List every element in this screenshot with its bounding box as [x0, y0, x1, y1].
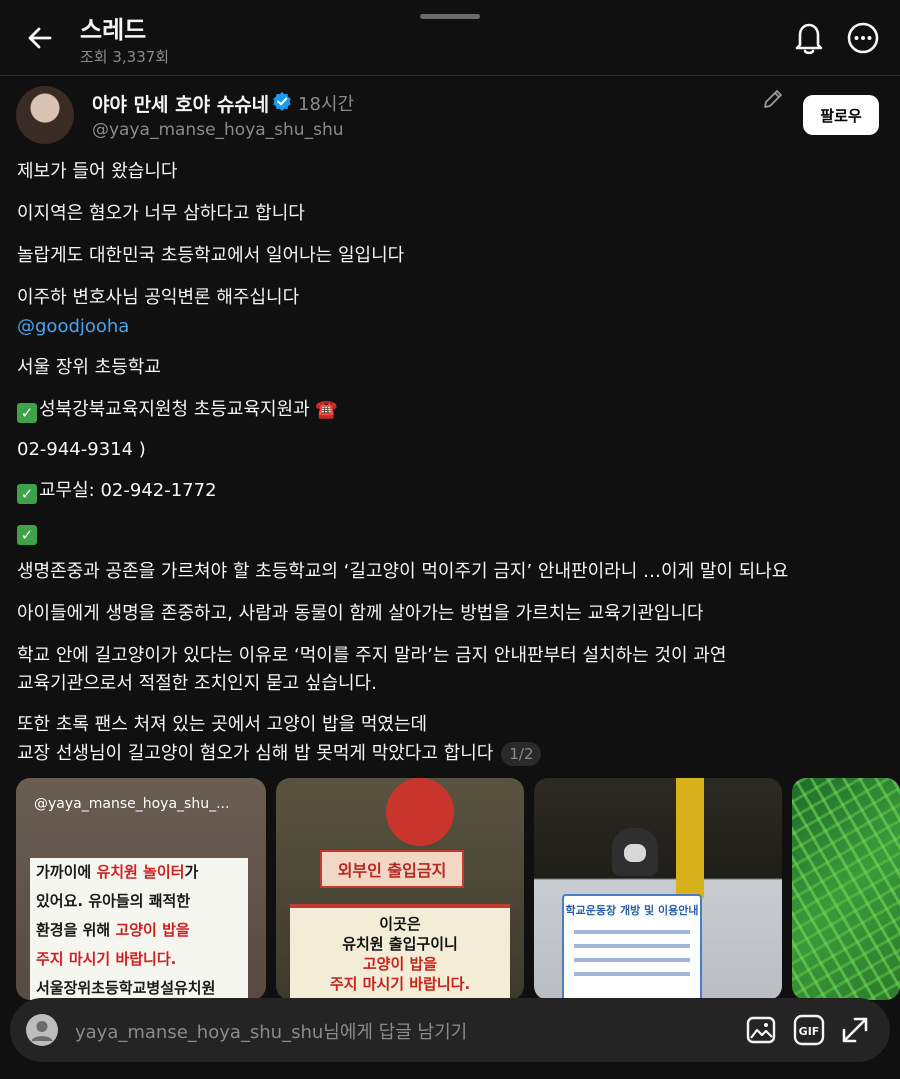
notifications-button[interactable]: [792, 20, 826, 56]
sign-line: 서울장위초등학교병설유치원: [36, 979, 216, 997]
post-line: 학교 안에 길고양이가 있다는 이유로 ‘먹이를 주지 말라’는 금지 안내판부…: [17, 645, 727, 666]
red-circle-sign: [386, 778, 454, 846]
post-line: 이지역은 혐오가 너무 삼하다고 합니다: [17, 203, 305, 224]
author-handle[interactable]: @yaya_manse_hoya_shu_shu: [92, 120, 344, 140]
post-line: 아이들에게 생명을 존중하고, 사람과 동물이 함께 살아가는 방법을 가르치는…: [17, 603, 704, 624]
reply-bar: yaya_manse_hoya_shu_shu님에게 답글 남기기 GIF: [10, 998, 890, 1062]
user-icon: [26, 1014, 58, 1046]
post-line: 이주하 변호사님 공익변론 해주십니다: [17, 287, 300, 308]
notice-line: [574, 930, 690, 934]
post-line-office2: ✓ 교무실: 02-942-1772: [17, 477, 217, 505]
post-line: 제보가 들어 왔습니다: [17, 161, 178, 182]
gif-button[interactable]: GIF: [792, 1013, 826, 1047]
photo-2[interactable]: 외부인 출입금지 이곳은 유치원 출입구이니 고양이 밥을 주지 마시기 바랍니…: [276, 778, 524, 1000]
gif-icon: GIF: [793, 1014, 825, 1046]
check-icon: ✓: [17, 403, 37, 423]
post-line: 생명존중과 공존을 가르쳐야 할 초등학교의 ‘길고양이 먹이주기 금지’ 안내…: [17, 561, 789, 582]
check-icon: ✓: [17, 484, 37, 504]
more-options-button[interactable]: [846, 21, 880, 55]
more-icon: [847, 22, 879, 54]
photo-3[interactable]: 학교운동장 개방 및 이용안내: [534, 778, 782, 1000]
office-name: 성북강북교육지원청 초등교육지원과: [39, 399, 310, 420]
reply-input[interactable]: yaya_manse_hoya_shu_shu님에게 답글 남기기: [75, 1018, 467, 1044]
sign-line: 주지 마시기 바랍니다.: [329, 975, 471, 993]
drag-handle[interactable]: [420, 14, 480, 19]
edit-button[interactable]: [762, 88, 784, 110]
follow-button[interactable]: 팔로우: [803, 95, 879, 135]
page-indicator[interactable]: 1/2: [501, 742, 542, 766]
bell-icon: [795, 23, 823, 55]
sign-line: 유치원 출입구이니: [342, 935, 458, 953]
telephone-icon: ☎️: [315, 399, 338, 420]
pencil-icon: [764, 90, 782, 108]
author-avatar[interactable]: [16, 86, 74, 144]
notice-line: [574, 958, 690, 962]
notice-title: 학교운동장 개방 및 이용안내: [565, 904, 699, 917]
green-fence: [792, 778, 900, 1000]
post-line: 02-944-9314 ): [17, 439, 146, 460]
back-button[interactable]: [24, 22, 56, 54]
back-arrow-icon: [28, 27, 52, 49]
view-count: 조회 3,337회: [80, 48, 170, 66]
sign-line: 가까이에 유치원 놀이터가: [36, 863, 199, 881]
playground-notice: 학교운동장 개방 및 이용안내: [562, 894, 702, 1000]
expand-icon: [842, 1017, 868, 1043]
sign-line: 있어요. 유아들의 쾌적한: [36, 892, 191, 910]
entrance-sign: 이곳은 유치원 출입구이니 고양이 밥을 주지 마시기 바랍니다.: [290, 904, 510, 1000]
post-line: 서울 장위 초등학교: [17, 357, 161, 378]
photo-watermark: @yaya_manse_hoya_shu_...: [34, 796, 230, 812]
post-time: 18시간: [298, 94, 355, 115]
expand-button[interactable]: [840, 1015, 870, 1045]
sign-line: 주지 마시기 바랍니다.: [36, 950, 177, 968]
post-line-check: ✓: [17, 518, 39, 546]
no-entry-banner: 외부인 출입금지: [320, 850, 464, 888]
notice-line: [574, 944, 690, 948]
check-icon: ✓: [17, 525, 37, 545]
page-title: 스레드: [80, 16, 147, 44]
yellow-pole: [676, 778, 704, 898]
gif-label: GIF: [799, 1025, 820, 1038]
photo-4[interactable]: [792, 778, 900, 1000]
sign-line: 이곳은: [379, 915, 421, 933]
kindergarten-sign: 가까이에 유치원 놀이터가 있어요. 유아들의 쾌적한 환경을 위해 고양이 밥…: [30, 858, 248, 1000]
top-bar: 스레드 조회 3,337회: [0, 0, 900, 76]
sign-line: 환경을 위해 고양이 밥을: [36, 921, 190, 939]
verified-badge-icon: [273, 92, 291, 111]
notice-line: [574, 972, 690, 976]
image-icon: [746, 1016, 776, 1044]
office-phone: 교무실: 02-942-1772: [39, 480, 217, 501]
mention-link[interactable]: @goodjooha: [17, 313, 129, 341]
post-line-last: 교장 선생님이 길고양이 혐오가 심해 밥 못먹게 막았다고 합니다 1/2: [17, 740, 542, 768]
sign-line: 고양이 밥을: [362, 955, 438, 973]
post-line: 놀랍게도 대한민국 초등학교에서 일어나는 일입니다: [17, 245, 405, 266]
post-line-office: ✓ 성북강북교육지원청 초등교육지원과 ☎️: [17, 396, 338, 424]
attach-image-button[interactable]: [745, 1014, 777, 1046]
post-line: 또한 초록 팬스 처져 있는 곳에서 고양이 밥을 먹였는데: [17, 714, 428, 735]
post-line: 교장 선생님이 길고양이 혐오가 심해 밥 못먹게 막았다고 합니다: [17, 743, 494, 764]
author-name[interactable]: 야야 만세 호야 슈슈네: [92, 90, 269, 117]
post-line: 교육기관으로서 적절한 조치인지 묻고 싶습니다.: [17, 673, 377, 694]
cat-face: [624, 844, 646, 862]
photo-1[interactable]: @yaya_manse_hoya_shu_... 가까이에 유치원 놀이터가 있…: [16, 778, 266, 1000]
